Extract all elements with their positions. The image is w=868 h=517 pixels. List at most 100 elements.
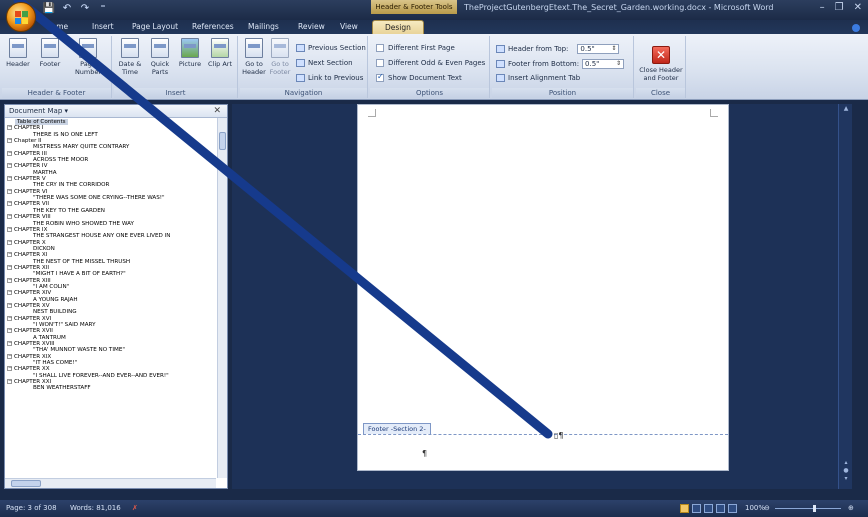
alignment-tab-icon: [496, 74, 505, 82]
zoom-in-icon[interactable]: ⊕: [848, 500, 854, 517]
footer-boundary-line: [358, 434, 728, 435]
scroll-up-icon[interactable]: ▲: [841, 106, 851, 112]
restore-button[interactable]: ❐: [835, 2, 844, 13]
document-map-vertical-scrollbar[interactable]: [217, 118, 227, 478]
web-layout-view-icon[interactable]: [704, 504, 713, 513]
page-number-button[interactable]: Page Number: [68, 38, 108, 76]
help-icon[interactable]: [852, 24, 860, 32]
tab-review[interactable]: Review: [298, 22, 325, 31]
different-odd-even-checkbox[interactable]: Different Odd & Even Pages: [376, 59, 485, 67]
date-time-button[interactable]: Date & Time: [116, 38, 144, 76]
picture-icon: [181, 38, 199, 58]
insert-alignment-tab-button[interactable]: Insert Alignment Tab: [496, 74, 580, 82]
collapse-toggle-icon[interactable]: −: [7, 138, 12, 144]
previous-section-icon: [296, 44, 305, 52]
quick-parts-button[interactable]: Quick Parts: [146, 38, 174, 76]
redo-icon[interactable]: ↷: [78, 3, 92, 14]
scroll-thumb[interactable]: [219, 132, 226, 150]
collapse-toggle-icon[interactable]: −: [7, 239, 12, 245]
next-page-icon[interactable]: ▾: [841, 476, 851, 482]
document-page[interactable]: Footer -Section 2- ▯¶ ¶: [357, 104, 729, 471]
spinner-arrows-icon[interactable]: ⇕: [616, 59, 621, 68]
customize-qat-icon[interactable]: ⁼: [96, 3, 110, 14]
collapse-toggle-icon[interactable]: −: [7, 302, 12, 308]
close-header-footer-button[interactable]: ✕ Close Header and Footer: [639, 46, 683, 82]
tab-insert[interactable]: Insert: [92, 22, 114, 31]
collapse-toggle-icon[interactable]: −: [7, 201, 12, 207]
footer-pilcrow[interactable]: ¶: [422, 449, 427, 458]
collapse-toggle-icon[interactable]: −: [7, 150, 12, 156]
cursor-pilcrow[interactable]: ▯¶: [554, 431, 564, 440]
different-odd-even-label: Different Odd & Even Pages: [388, 59, 486, 67]
map-item-subheading[interactable]: BEN WEATHERSTAFF: [7, 385, 214, 391]
go-to-header-button[interactable]: Go to Header: [240, 38, 268, 76]
tab-mailings[interactable]: Mailings: [248, 22, 279, 31]
office-button[interactable]: [6, 2, 36, 32]
document-vertical-scrollbar[interactable]: ▲ ▴ ● ▾: [838, 104, 852, 489]
proofing-icon[interactable]: ✗: [132, 500, 138, 517]
collapse-toggle-icon[interactable]: −: [7, 341, 12, 347]
group-label: Insert: [114, 88, 237, 98]
page-count[interactable]: Page: 3 of 308: [6, 500, 57, 517]
header-position-icon: [496, 45, 505, 53]
collapse-toggle-icon[interactable]: −: [7, 214, 12, 220]
header-from-top-input[interactable]: 0.5" ⇕: [577, 44, 620, 54]
previous-page-icon[interactable]: ▴: [841, 460, 851, 466]
go-to-footer-label: Go to Footer: [269, 60, 291, 76]
tab-references[interactable]: References: [192, 22, 234, 31]
undo-icon[interactable]: ↶: [60, 3, 74, 14]
different-first-page-checkbox[interactable]: Different First Page: [376, 44, 455, 52]
zoom-level[interactable]: 100%: [745, 500, 765, 517]
collapse-toggle-icon[interactable]: −: [7, 328, 12, 334]
spinner-arrows-icon[interactable]: ⇕: [611, 44, 616, 53]
collapse-toggle-icon[interactable]: −: [7, 290, 12, 296]
footer-from-bottom-input[interactable]: 0.5" ⇕: [582, 59, 625, 69]
collapse-toggle-icon[interactable]: −: [7, 264, 12, 270]
zoom-out-icon[interactable]: ⊖: [764, 500, 770, 517]
draft-view-icon[interactable]: [728, 504, 737, 513]
group-label: Close: [636, 88, 685, 98]
collapse-toggle-icon[interactable]: −: [7, 226, 12, 232]
collapse-toggle-icon[interactable]: −: [7, 277, 12, 283]
picture-button[interactable]: Picture: [176, 38, 204, 68]
next-section-button[interactable]: Next Section: [296, 59, 353, 67]
go-to-footer-button[interactable]: Go to Footer: [266, 38, 294, 76]
map-item-label: CHAPTER XIII: [14, 277, 51, 284]
collapse-toggle-icon[interactable]: −: [7, 176, 12, 182]
office-logo-icon-part: [22, 11, 28, 17]
collapse-toggle-icon[interactable]: −: [7, 366, 12, 372]
collapse-toggle-icon[interactable]: −: [7, 252, 12, 258]
collapse-toggle-icon[interactable]: −: [7, 125, 12, 131]
link-to-previous-button[interactable]: Link to Previous: [296, 74, 363, 82]
close-window-button[interactable]: ✕: [854, 2, 862, 13]
zoom-slider[interactable]: [775, 505, 841, 512]
tab-design[interactable]: Design: [372, 20, 424, 34]
tab-view[interactable]: View: [340, 22, 358, 31]
close-pane-icon[interactable]: ✕: [213, 106, 221, 116]
word-count[interactable]: Words: 81,016: [70, 500, 121, 517]
minimize-button[interactable]: –: [820, 2, 825, 13]
collapse-toggle-icon[interactable]: −: [7, 379, 12, 385]
map-item-label: CHAPTER XVII: [14, 328, 53, 335]
footer-button[interactable]: Footer: [36, 38, 64, 68]
document-map-horizontal-scrollbar[interactable]: [5, 478, 216, 488]
chevron-down-icon[interactable]: ▾: [65, 107, 69, 115]
collapse-toggle-icon[interactable]: −: [7, 163, 12, 169]
collapse-toggle-icon[interactable]: −: [7, 353, 12, 359]
collapse-toggle-icon[interactable]: −: [7, 188, 12, 194]
save-icon[interactable]: 💾: [42, 3, 56, 14]
clip-art-button[interactable]: Clip Art: [206, 38, 234, 68]
collapse-toggle-icon[interactable]: −: [7, 315, 12, 321]
previous-section-button[interactable]: Previous Section: [296, 44, 366, 52]
map-item-label: CHAPTER XIV: [14, 290, 52, 297]
select-browse-object-icon[interactable]: ●: [841, 468, 851, 474]
full-screen-reading-view-icon[interactable]: [692, 504, 701, 513]
header-button[interactable]: Header: [4, 38, 32, 68]
show-document-text-checkbox[interactable]: Show Document Text: [376, 72, 462, 82]
zoom-slider-knob[interactable]: [813, 505, 816, 512]
outline-view-icon[interactable]: [716, 504, 725, 513]
tab-home[interactable]: Home: [46, 22, 68, 31]
tab-page-layout[interactable]: Page Layout: [132, 22, 178, 31]
print-layout-view-icon[interactable]: [680, 504, 689, 513]
scroll-thumb[interactable]: [11, 480, 41, 487]
